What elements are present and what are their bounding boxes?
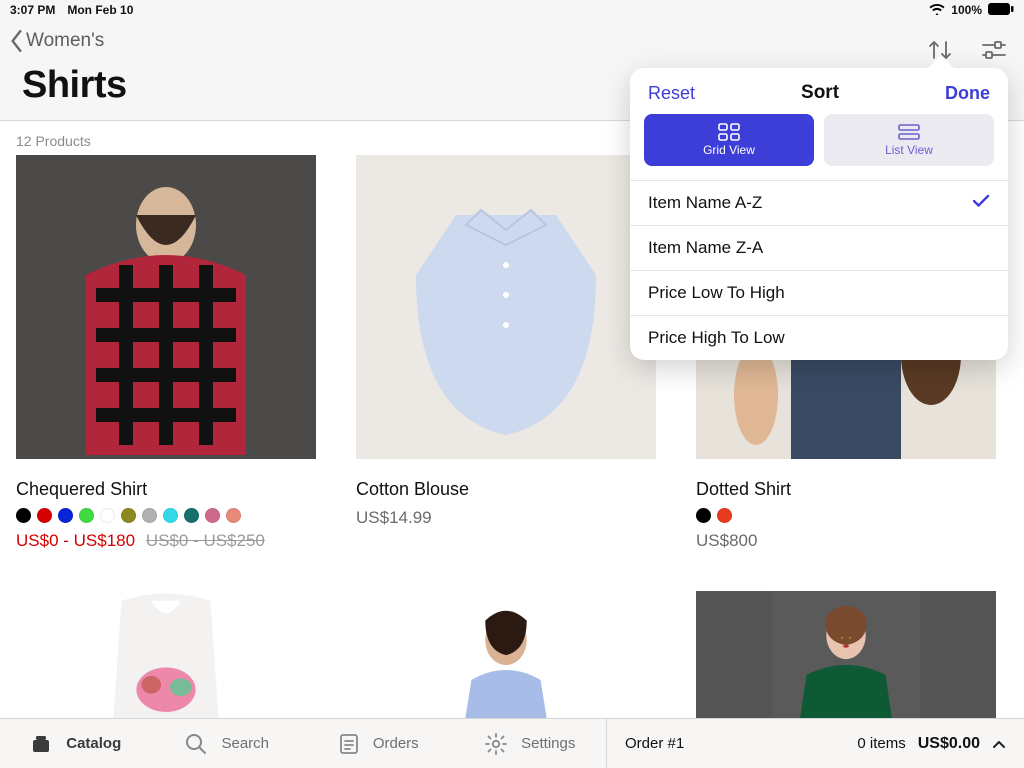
sort-option[interactable]: Price Low To High (630, 270, 1008, 315)
back-label: Women's (26, 30, 104, 52)
grid-view-toggle[interactable]: Grid View (644, 114, 814, 166)
product-card[interactable]: Cotton Blouse US$14.99 (356, 155, 656, 551)
done-button[interactable]: Done (945, 83, 990, 104)
chevron-up-icon (992, 739, 1006, 749)
back-button[interactable]: Women's (10, 26, 1008, 56)
product-price: US$0 - US$180 US$0 - US$250 (16, 531, 316, 551)
orders-icon (339, 733, 359, 755)
catalog-icon (30, 734, 52, 754)
tab-orders[interactable]: Orders (303, 733, 455, 755)
status-date: Mon Feb 10 (67, 3, 133, 17)
battery-text: 100% (951, 3, 982, 17)
swatch[interactable] (100, 508, 115, 523)
sort-option-label: Price Low To High (648, 283, 785, 303)
swatch[interactable] (79, 508, 94, 523)
sort-option[interactable]: Price High To Low (630, 315, 1008, 360)
original-price: US$0 - US$250 (146, 531, 265, 550)
tab-settings[interactable]: Settings (455, 733, 607, 755)
reset-button[interactable]: Reset (648, 83, 695, 104)
list-view-toggle[interactable]: List View (824, 114, 994, 166)
tab-label: Search (221, 735, 269, 752)
swatch[interactable] (163, 508, 178, 523)
bottom-bar: Catalog Search Orders Settings Order #1 … (0, 718, 1024, 768)
swatch[interactable] (226, 508, 241, 523)
product-card[interactable]: Chequered Shirt US$0 - US$180 US$0 - US$… (16, 155, 316, 551)
swatch[interactable] (16, 508, 31, 523)
tab-label: Catalog (66, 735, 121, 752)
order-items: 0 items (857, 735, 905, 752)
sort-option[interactable]: Item Name A-Z (630, 180, 1008, 225)
tab-search[interactable]: Search (152, 733, 304, 755)
swatch[interactable] (184, 508, 199, 523)
sort-option-label: Item Name Z-A (648, 238, 763, 258)
swatch[interactable] (37, 508, 52, 523)
product-name: Dotted Shirt (696, 479, 996, 500)
list-view-label: List View (885, 143, 933, 157)
grid-icon (718, 123, 740, 141)
tab-bar: Catalog Search Orders Settings (0, 719, 606, 768)
swatch[interactable] (205, 508, 220, 523)
grid-view-label: Grid View (703, 143, 755, 157)
sort-popover: Reset Sort Done Grid View List View Item… (630, 68, 1008, 360)
product-price: US$14.99 (356, 508, 656, 528)
status-time: 3:07 PM (10, 3, 55, 17)
search-icon (185, 733, 207, 755)
swatch[interactable] (121, 508, 136, 523)
list-icon (898, 123, 920, 141)
status-bar: 3:07 PM Mon Feb 10 100% (0, 0, 1024, 20)
swatch[interactable] (696, 508, 711, 523)
order-summary-bar[interactable]: Order #1 0 items US$0.00 (607, 719, 1024, 768)
product-price: US$800 (696, 531, 996, 551)
order-total: US$0.00 (918, 735, 980, 753)
order-label: Order #1 (625, 735, 684, 752)
sort-option[interactable]: Item Name Z-A (630, 225, 1008, 270)
gear-icon (485, 733, 507, 755)
swatch[interactable] (142, 508, 157, 523)
product-name: Cotton Blouse (356, 479, 656, 500)
sort-option-label: Item Name A-Z (648, 193, 762, 213)
sort-option-label: Price High To Low (648, 328, 785, 348)
swatch[interactable] (58, 508, 73, 523)
battery-icon (988, 3, 1014, 18)
chevron-left-icon (10, 30, 24, 52)
product-image (16, 155, 316, 459)
check-icon (972, 193, 990, 213)
swatch-row (16, 508, 316, 523)
popover-title: Sort (801, 82, 839, 104)
tab-catalog[interactable]: Catalog (0, 734, 152, 754)
product-name: Chequered Shirt (16, 479, 316, 500)
filter-button[interactable] (980, 36, 1008, 64)
swatch-row (696, 508, 996, 523)
product-image (356, 155, 656, 459)
tab-label: Settings (521, 735, 575, 752)
swatch[interactable] (717, 508, 732, 523)
filter-sliders-icon (981, 39, 1007, 61)
wifi-icon (929, 3, 945, 18)
sale-price: US$0 - US$180 (16, 531, 135, 550)
tab-label: Orders (373, 735, 419, 752)
